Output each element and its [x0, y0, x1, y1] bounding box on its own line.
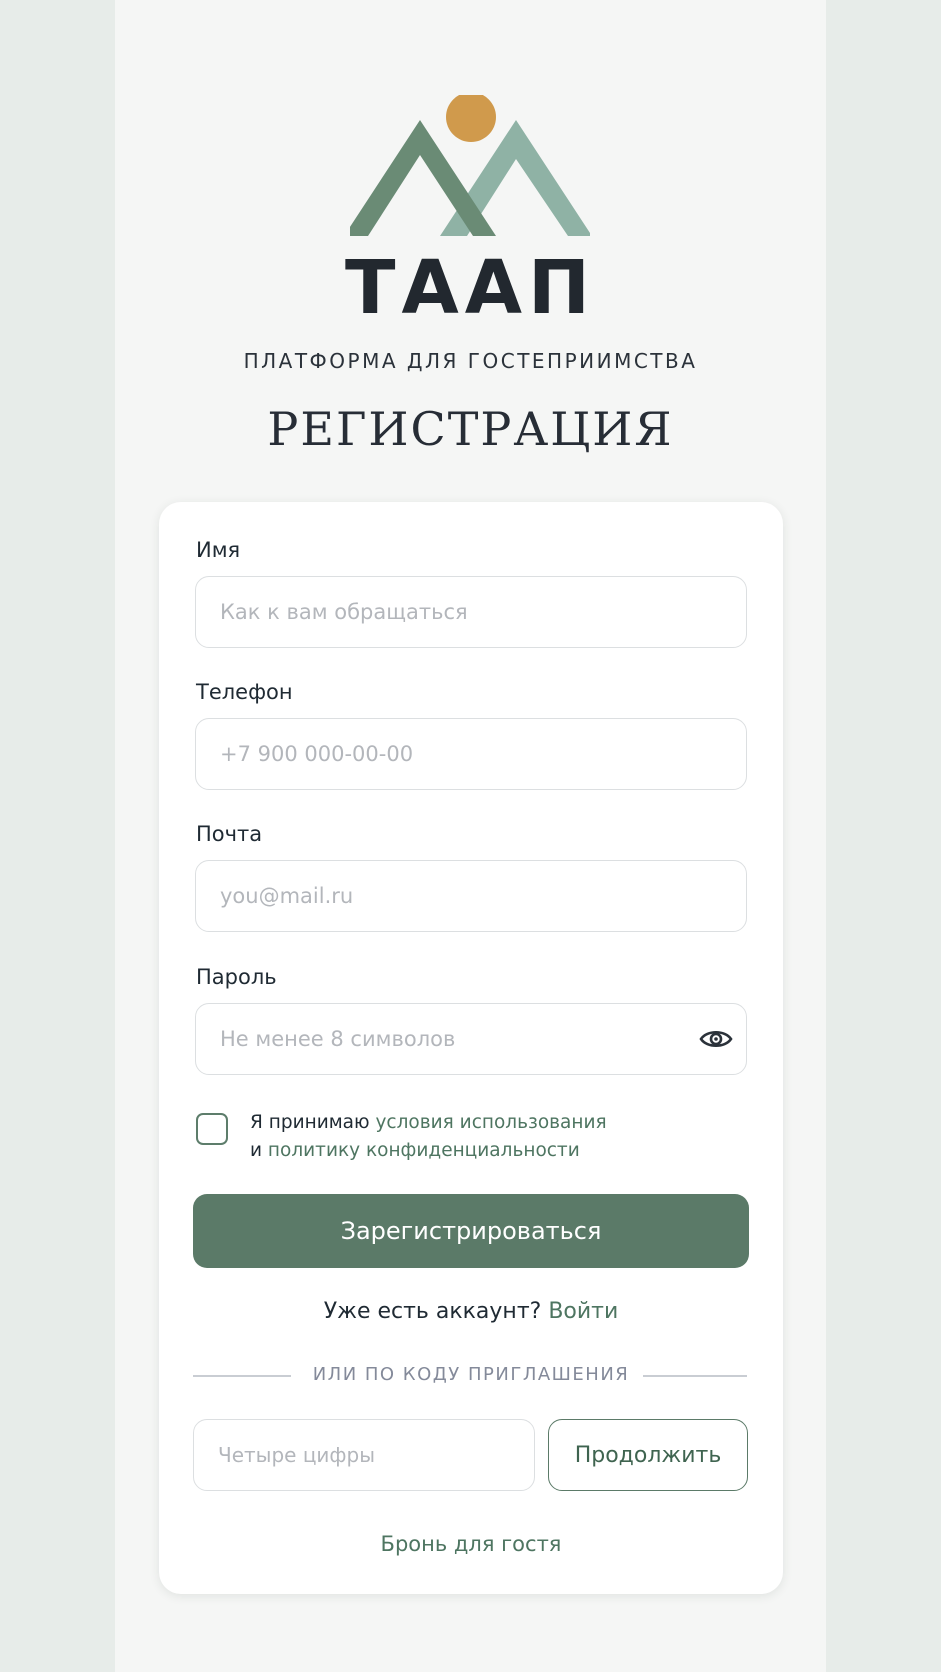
divider-line-right: [643, 1375, 747, 1377]
register-button[interactable]: Зарегистрироваться: [193, 1194, 749, 1268]
page-title: РЕГИСТРАЦИЯ: [267, 402, 674, 456]
consent-conjunction: и: [250, 1140, 268, 1161]
mountain-sun-logo: [350, 95, 590, 236]
email-input[interactable]: [195, 860, 747, 932]
login-prompt: Уже есть аккаунт?: [323, 1299, 549, 1324]
guest-booking-link[interactable]: Бронь для гостя: [159, 1532, 783, 1556]
logo-sun: [446, 95, 496, 142]
consent-text: Я принимаю условия использования и полит…: [250, 1109, 730, 1165]
phone-label: Телефон: [196, 680, 293, 704]
login-link[interactable]: Войти: [548, 1299, 618, 1324]
login-prompt-row: Уже есть аккаунт? Войти: [159, 1299, 783, 1324]
terms-link[interactable]: условия использования: [375, 1112, 606, 1133]
email-label: Почта: [196, 822, 263, 846]
page-panel: ТААП ПЛАТФОРМА ДЛЯ ГОСТЕПРИИМСТВА РЕГИСТ…: [115, 0, 826, 1672]
phone-input[interactable]: [195, 718, 747, 790]
consent-prefix: Я принимаю: [250, 1112, 376, 1133]
brand-name: ТААП: [345, 245, 596, 331]
consent-checkbox[interactable]: [196, 1113, 228, 1145]
name-input[interactable]: [195, 576, 747, 648]
name-label: Имя: [196, 538, 241, 562]
password-input[interactable]: [195, 1003, 747, 1075]
brand-tagline: ПЛАТФОРМА ДЛЯ ГОСТЕПРИИМСТВА: [243, 349, 698, 373]
invite-code-input[interactable]: [193, 1419, 535, 1491]
registration-card: Имя Телефон Почта Пароль Я принимаю усло…: [159, 502, 783, 1594]
eye-icon[interactable]: [699, 1027, 733, 1051]
continue-button[interactable]: Продолжить: [548, 1419, 748, 1491]
password-label: Пароль: [196, 965, 277, 989]
privacy-link[interactable]: политику конфиденциальности: [268, 1140, 580, 1161]
